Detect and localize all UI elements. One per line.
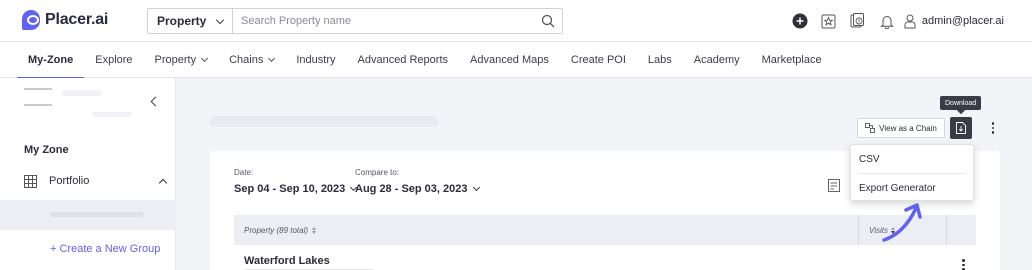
nav-label: Labs — [647, 53, 672, 66]
star-icon[interactable] — [820, 12, 838, 30]
menu-item-csv[interactable]: CSV — [851, 145, 973, 173]
table-row-property-name[interactable]: Waterford Lakes — [244, 255, 330, 267]
search-type-select[interactable]: Property — [148, 9, 233, 33]
placer-logo-icon — [22, 10, 40, 30]
search-input[interactable] — [233, 9, 534, 33]
pointer-arrow-icon — [882, 203, 922, 242]
nav-item-industry[interactable]: Industry — [285, 42, 346, 78]
column-header-actions — [946, 215, 976, 245]
download-icon — [956, 122, 966, 134]
table-header: Property (89 total) Visits — [234, 215, 976, 245]
nav-label: Academy — [693, 53, 740, 66]
date-value: Sep 04 - Sep 10, 2023 — [234, 183, 358, 195]
sidebar-title: My Zone — [24, 144, 69, 156]
nav-item-academy[interactable]: Academy — [683, 42, 751, 78]
page-title-blurred — [210, 116, 438, 127]
search-bar: Property — [147, 8, 563, 34]
nav-item-explore[interactable]: Explore — [84, 42, 143, 78]
search-icon[interactable] — [534, 9, 562, 33]
brand-name: Placer.ai — [45, 11, 109, 28]
nav-item-advanced-reports[interactable]: Advanced Reports — [347, 42, 460, 78]
nav-label: Create POI — [570, 53, 626, 66]
user-email: admin@placer.ai — [921, 15, 1004, 27]
placer-logo[interactable]: Placer.ai — [22, 10, 108, 30]
blurred-text — [50, 212, 144, 217]
nav-item-advanced-maps[interactable]: Advanced Maps — [459, 42, 560, 78]
blurred-text — [62, 90, 102, 96]
blurred-text — [92, 112, 132, 117]
row-more-options-icon[interactable] — [962, 259, 965, 270]
nav-label: Advanced Reports — [357, 53, 449, 66]
sidebar-item-label: Portfolio — [49, 175, 90, 187]
view-as-chain-button[interactable]: View as a Chain — [857, 118, 945, 138]
downloads-icon[interactable] — [849, 12, 867, 30]
sidebar-item-portfolio[interactable]: Portfolio — [24, 173, 168, 189]
sidebar-logo-placeholder — [24, 88, 52, 106]
bell-icon[interactable] — [878, 12, 896, 30]
plus-circle-icon[interactable] — [791, 12, 809, 30]
download-button[interactable] — [950, 117, 972, 139]
sidebar-item-selected-group[interactable] — [0, 200, 176, 230]
sidebar: My Zone Portfolio + Create a New Group — [0, 78, 176, 270]
chevron-down-icon — [472, 183, 480, 192]
nav-item-labs[interactable]: Labs — [637, 42, 683, 78]
compare-value: Aug 28 - Sep 03, 2023 — [355, 183, 480, 195]
nav-item-marketplace[interactable]: Marketplace — [751, 42, 833, 78]
download-menu: CSV Export Generator — [850, 144, 974, 201]
compare-label: Compare to: — [355, 168, 400, 177]
create-group-link[interactable]: + Create a New Group — [50, 243, 160, 255]
column-header-label: Property (89 total) — [244, 225, 309, 235]
nav-label: Industry — [296, 53, 336, 66]
column-header-property[interactable]: Property (89 total) — [244, 226, 858, 235]
nav-item-my-zone[interactable]: My-Zone — [17, 42, 85, 79]
chevron-down-icon — [268, 54, 276, 62]
export-table-icon[interactable] — [828, 179, 842, 193]
user-icon — [904, 14, 916, 28]
download-tooltip: Download — [940, 96, 982, 110]
nav-item-chains[interactable]: Chains — [218, 42, 285, 78]
nav-label: My-Zone — [28, 53, 74, 66]
date-picker[interactable]: Date: Sep 04 - Sep 10, 2023 — [234, 168, 358, 195]
compare-date-picker[interactable]: Compare to: Aug 28 - Sep 03, 2023 — [355, 168, 480, 195]
nav-label: Chains — [229, 53, 264, 66]
top-header: Placer.ai Property admin@placer.ai — [0, 0, 1032, 42]
nav-label: Property — [154, 53, 197, 66]
header-actions: admin@placer.ai — [780, 12, 1032, 30]
nav-label: Marketplace — [761, 53, 822, 66]
nav-label: Advanced Maps — [470, 53, 549, 66]
sort-icon — [312, 226, 317, 234]
nav-label: Explore — [95, 53, 133, 66]
chevron-down-icon — [201, 54, 209, 62]
collapse-sidebar-icon[interactable] — [150, 96, 161, 107]
nav-item-property[interactable]: Property — [144, 42, 219, 78]
nav-item-create-poi[interactable]: Create POI — [560, 42, 637, 78]
date-label: Date: — [234, 168, 254, 177]
portfolio-icon — [24, 174, 37, 188]
user-menu[interactable]: admin@placer.ai — [904, 14, 1004, 29]
compare-value-text: Aug 28 - Sep 03, 2023 — [355, 183, 468, 195]
view-as-chain-label: View as a Chain — [879, 123, 937, 133]
main-nav: My-Zone Explore Property Chains Industry… — [0, 42, 1032, 79]
search-type-label: Property — [157, 14, 207, 28]
date-value-text: Sep 04 - Sep 10, 2023 — [234, 183, 346, 195]
chevron-up-icon[interactable] — [158, 178, 168, 187]
chain-icon — [865, 123, 876, 133]
more-options-icon[interactable] — [986, 117, 1000, 139]
chevron-down-icon — [215, 15, 225, 24]
